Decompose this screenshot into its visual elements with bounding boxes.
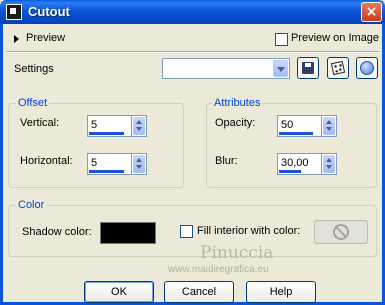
- spin-down-icon[interactable]: [326, 165, 332, 169]
- expand-triangle-icon[interactable]: [14, 35, 19, 43]
- preview-on-image-checkbox[interactable]: [275, 33, 288, 46]
- reset-icon: [360, 61, 374, 75]
- title-bar[interactable]: Cutout ×: [0, 0, 385, 24]
- vertical-slider-bar[interactable]: [89, 132, 124, 135]
- blur-label: Blur:: [215, 155, 238, 167]
- settings-label: Settings: [14, 63, 54, 75]
- spin-up-icon[interactable]: [136, 158, 142, 162]
- blur-spinner[interactable]: [321, 153, 337, 175]
- fill-interior-checkbox[interactable]: [180, 225, 193, 238]
- separator: [6, 51, 379, 53]
- horizontal-spinner[interactable]: [131, 153, 147, 175]
- help-button[interactable]: Help: [246, 281, 316, 303]
- app-icon: [6, 4, 22, 20]
- opacity-spinner[interactable]: [321, 115, 337, 137]
- vertical-spinner[interactable]: [131, 115, 147, 137]
- reset-button[interactable]: [356, 57, 378, 79]
- close-button[interactable]: ×: [361, 2, 382, 22]
- dice-icon: [330, 60, 346, 76]
- preview-on-image-label: Preview on Image: [291, 32, 380, 44]
- vertical-value: 5: [91, 119, 98, 131]
- color-legend: Color: [16, 199, 47, 211]
- horizontal-slider-bar[interactable]: [89, 170, 124, 173]
- opacity-slider-bar[interactable]: [279, 132, 313, 135]
- fill-color-button: [314, 220, 368, 244]
- fill-interior-label: Fill interior with color:: [197, 225, 301, 237]
- horizontal-value: 5: [91, 157, 98, 169]
- horizontal-label: Horizontal:: [20, 155, 73, 167]
- spin-up-icon[interactable]: [136, 120, 142, 124]
- randomize-button[interactable]: [327, 57, 349, 79]
- horizontal-field[interactable]: 5: [87, 153, 132, 175]
- ok-button[interactable]: OK: [84, 281, 154, 303]
- shadow-color-label: Shadow color:: [22, 226, 92, 238]
- settings-combo[interactable]: [162, 58, 290, 79]
- attributes-legend: Attributes: [212, 97, 263, 109]
- spin-down-icon[interactable]: [136, 127, 142, 131]
- spin-down-icon[interactable]: [326, 127, 332, 131]
- spin-up-icon[interactable]: [326, 120, 332, 124]
- cancel-button[interactable]: Cancel: [164, 281, 234, 303]
- chevron-down-icon[interactable]: [273, 60, 288, 77]
- vertical-label: Vertical:: [20, 117, 60, 129]
- watermark-name: Pinuccia: [200, 243, 274, 263]
- opacity-field[interactable]: 50: [277, 115, 322, 137]
- shadow-color-swatch[interactable]: [100, 222, 156, 244]
- offset-legend: Offset: [16, 97, 50, 109]
- opacity-label: Opacity:: [215, 117, 256, 129]
- opacity-value: 50: [281, 119, 294, 131]
- watermark-url: www.maidiregrafica.eu: [168, 264, 269, 275]
- blur-value: 30,00: [281, 157, 309, 169]
- no-color-icon: [333, 224, 349, 240]
- preview-toggle-label[interactable]: Preview: [26, 32, 65, 44]
- vertical-field[interactable]: 5: [87, 115, 132, 137]
- floppy-icon: [302, 62, 314, 74]
- blur-field[interactable]: 30,00: [277, 153, 322, 175]
- blur-slider-bar[interactable]: [279, 170, 301, 173]
- window-title: Cutout: [28, 4, 70, 19]
- spin-down-icon[interactable]: [136, 165, 142, 169]
- save-preset-button[interactable]: [297, 57, 319, 79]
- spin-up-icon[interactable]: [326, 158, 332, 162]
